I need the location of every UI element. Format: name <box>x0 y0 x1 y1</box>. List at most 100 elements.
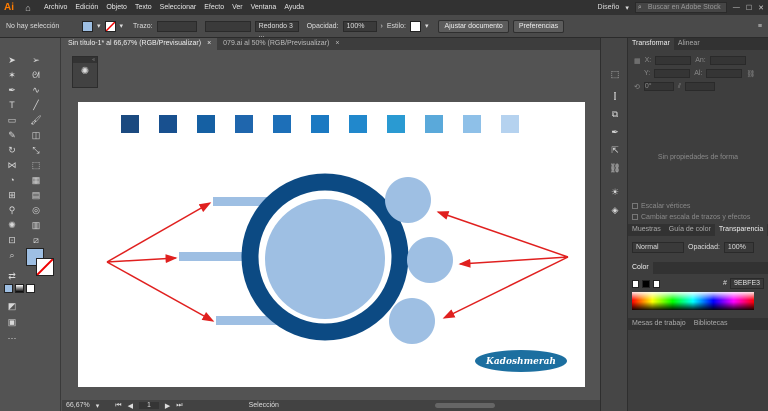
prev-page-icon[interactable]: ◀ <box>128 402 133 410</box>
brushes-icon[interactable]: ✒ <box>609 126 621 138</box>
eraser-icon[interactable]: ◫ <box>30 129 42 141</box>
sun-icon[interactable]: ✺ <box>73 63 97 81</box>
mesh-tool-icon[interactable]: ⊞ <box>6 189 18 201</box>
page-number[interactable]: 1 <box>138 402 159 409</box>
zoom-tool-icon[interactable]: ⌕ <box>6 249 18 261</box>
white-swatch[interactable] <box>652 279 661 288</box>
black-swatch[interactable] <box>642 279 650 288</box>
none-swatch[interactable] <box>632 279 640 288</box>
angle-field[interactable]: 0° <box>643 82 674 91</box>
more-tools-icon[interactable]: ⋯ <box>6 332 18 344</box>
tab-align[interactable]: Alinear <box>674 38 704 50</box>
transparency-opacity-input[interactable]: 100% <box>723 241 754 253</box>
rotate-tool-icon[interactable]: ↻ <box>6 144 18 156</box>
zoom-level[interactable]: 66,67% <box>66 402 90 409</box>
shape-builder-icon[interactable]: ◔ <box>6 174 18 186</box>
slice-tool-icon[interactable]: ⧄ <box>30 234 42 246</box>
scale-effects-checkbox[interactable] <box>632 214 638 221</box>
close-icon[interactable]: × <box>207 38 211 50</box>
tab-color[interactable]: Color <box>628 262 653 274</box>
graph-tool-icon[interactable]: ▥ <box>30 219 42 231</box>
satellite-middle[interactable] <box>407 237 453 283</box>
gradient-tool-icon[interactable]: ▤ <box>30 189 42 201</box>
menu-ventana[interactable]: Ventana <box>251 4 277 11</box>
x-field[interactable] <box>655 56 692 65</box>
stroke-color-box[interactable] <box>36 258 54 276</box>
swatch-square[interactable] <box>311 115 329 133</box>
type-tool-icon[interactable]: T <box>6 99 18 111</box>
chevron-right-icon[interactable]: › <box>381 23 383 30</box>
swatch-square[interactable] <box>121 115 139 133</box>
perspective-grid-icon[interactable]: ▦ <box>30 174 42 186</box>
menu-objeto[interactable]: Objeto <box>106 4 127 11</box>
menu-ayuda[interactable]: Ayuda <box>284 4 304 11</box>
panel-menu-icon[interactable]: ≡ <box>758 23 762 30</box>
free-transform-icon[interactable]: ⬚ <box>30 159 42 171</box>
swatch-square[interactable] <box>501 115 519 133</box>
scale-tool-icon[interactable]: ⤡ <box>30 144 42 156</box>
brush-dropdown[interactable]: Redondo 3 ... <box>254 20 299 39</box>
tab-libraries[interactable]: Bibliotecas <box>690 318 732 330</box>
link-icon[interactable]: ⛓ <box>746 70 755 78</box>
swatch-square[interactable] <box>273 115 291 133</box>
color-button[interactable] <box>4 284 13 293</box>
blend-tool-icon[interactable]: ◎ <box>30 204 42 216</box>
satellite-top[interactable] <box>385 177 431 223</box>
gradient-button[interactable] <box>15 284 24 293</box>
home-icon[interactable]: ⌂ <box>18 3 38 13</box>
fill-swatch[interactable] <box>82 20 93 32</box>
screen-mode-icon[interactable]: ▣ <box>6 316 18 328</box>
workspace-switcher[interactable]: Diseño <box>598 4 620 11</box>
eyedropper-icon[interactable]: ⚲ <box>6 204 18 216</box>
tab-swatches[interactable]: Muestras <box>628 224 665 236</box>
color-spectrum[interactable] <box>632 292 754 310</box>
w-field[interactable] <box>709 56 746 65</box>
menu-edicion[interactable]: Edición <box>75 4 98 11</box>
draw-mode-icon[interactable]: ◩ <box>6 300 18 312</box>
opacity-input[interactable]: 100% <box>342 20 377 32</box>
inner-circle[interactable] <box>265 199 385 319</box>
shear-field[interactable] <box>685 82 715 91</box>
blend-mode-dropdown[interactable]: Normal <box>632 241 684 253</box>
variable-width-dropdown[interactable] <box>204 20 251 32</box>
chevron-down-icon[interactable]: ▾ <box>96 402 100 410</box>
selection-tool-icon[interactable]: ➤ <box>6 54 18 66</box>
layers-icon[interactable]: ◈ <box>609 204 621 216</box>
tab-color-guide[interactable]: Guía de color <box>665 224 715 236</box>
chevron-down-icon[interactable]: ▾ <box>97 22 101 30</box>
menu-seleccionar[interactable]: Seleccionar <box>160 4 197 11</box>
first-page-icon[interactable]: ⏮ <box>115 402 121 410</box>
artboard[interactable]: Kadoshmerah <box>78 102 585 387</box>
rectangle-tool-icon[interactable]: ▭ <box>6 114 18 126</box>
swatch-square[interactable] <box>463 115 481 133</box>
y-field[interactable] <box>654 69 691 78</box>
align-panel-icon[interactable]: ⫿ <box>609 90 621 102</box>
line-tool-icon[interactable]: ╱ <box>30 99 42 111</box>
swatch-square[interactable] <box>159 115 177 133</box>
reference-point-icon[interactable]: ▦ <box>634 57 641 65</box>
pen-tool-icon[interactable]: ✒ <box>6 84 18 96</box>
paintbrush-icon[interactable]: 🖌 <box>30 114 42 126</box>
tab-transparency[interactable]: Transparencia <box>714 224 768 236</box>
chevron-down-icon[interactable]: ▾ <box>425 22 429 30</box>
swatch-square[interactable] <box>425 115 443 133</box>
fit-document-button[interactable]: Ajustar documento <box>438 19 509 33</box>
curvature-tool-icon[interactable]: ∿ <box>30 84 42 96</box>
swatch-square[interactable] <box>387 115 405 133</box>
close-icon[interactable]: × <box>335 38 339 50</box>
adobe-stock-search[interactable]: ⌕ Buscar en Adobe Stock <box>634 2 727 13</box>
tab-sin-titulo[interactable]: Sin título-1* al 66,67% (RGB/Previsualiz… <box>62 38 218 50</box>
swatch-square[interactable] <box>235 115 253 133</box>
chevron-down-icon[interactable]: ▾ <box>120 22 124 30</box>
menu-ver[interactable]: Ver <box>232 4 243 11</box>
export-icon[interactable]: ⇱ <box>609 144 621 156</box>
transform-panel-icon[interactable]: ⬚ <box>609 68 621 80</box>
width-tool-icon[interactable]: ⋈ <box>6 159 18 171</box>
minimize-icon[interactable]: — <box>733 4 740 11</box>
swatch-square[interactable] <box>349 115 367 133</box>
stroke-weight-dropdown[interactable] <box>156 20 197 32</box>
menu-texto[interactable]: Texto <box>135 4 152 11</box>
none-button[interactable] <box>26 284 35 293</box>
tab-079[interactable]: 079.ai al 50% (RGB/Previsualizar) × <box>217 38 345 50</box>
properties-icon[interactable]: ☀ <box>609 186 621 198</box>
